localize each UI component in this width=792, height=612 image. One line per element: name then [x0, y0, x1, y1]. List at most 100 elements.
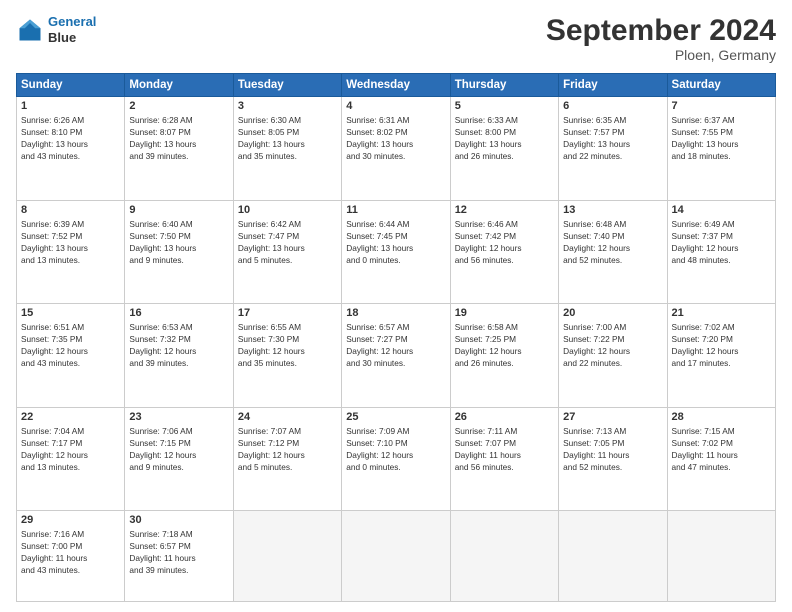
- day-number: 18: [346, 307, 445, 319]
- calendar-week-row: 29Sunrise: 7:16 AM Sunset: 7:00 PM Dayli…: [17, 511, 776, 602]
- day-number: 16: [129, 307, 228, 319]
- calendar-table: SundayMondayTuesdayWednesdayThursdayFrid…: [16, 73, 776, 602]
- calendar-day-cell: 17 Sunrise: 6:55 AM Sunset: 7:30 PM Dayli…: [233, 304, 341, 408]
- page: General Blue September 2024 Ploen, Germa…: [0, 0, 792, 612]
- day-number: 22: [21, 411, 120, 423]
- day-number: 6: [563, 100, 662, 112]
- calendar-week-row: 22 Sunrise: 7:04 AM Sunset: 7:17 PM Dayli…: [17, 407, 776, 511]
- calendar-day-cell: 9Sunrise: 6:40 AM Sunset: 7:50 PM Daylig…: [125, 200, 233, 304]
- day-number: 17: [238, 307, 337, 319]
- logo-line2: Blue: [48, 30, 96, 46]
- calendar-day-cell: 5 Sunrise: 6:33 AM Sunset: 8:00 PM Daylig…: [450, 97, 558, 201]
- calendar-body: 1 Sunrise: 6:26 AM Sunset: 8:10 PM Daylig…: [17, 97, 776, 602]
- day-info: Sunrise: 6:53 AM Sunset: 7:32 PM Dayligh…: [129, 321, 228, 369]
- day-number: 7: [672, 100, 771, 112]
- day-info: Sunrise: 6:57 AM Sunset: 7:27 PM Dayligh…: [346, 321, 445, 369]
- calendar-day-cell: 23Sunrise: 7:06 AM Sunset: 7:15 PM Dayli…: [125, 407, 233, 511]
- weekday-header-cell: Friday: [559, 74, 667, 97]
- calendar-day-cell: 20Sunrise: 7:00 AM Sunset: 7:22 PM Dayli…: [559, 304, 667, 408]
- day-number: 13: [563, 204, 662, 216]
- day-number: 1: [21, 100, 120, 112]
- day-number: 24: [238, 411, 337, 423]
- logo: General Blue: [16, 14, 96, 45]
- weekday-header-cell: Thursday: [450, 74, 558, 97]
- day-info: Sunrise: 6:55 AM Sunset: 7:30 PM Dayligh…: [238, 321, 337, 369]
- day-info: Sunrise: 7:11 AM Sunset: 7:07 PM Dayligh…: [455, 425, 554, 473]
- calendar-empty-cell: [667, 511, 775, 602]
- calendar-day-cell: 1 Sunrise: 6:26 AM Sunset: 8:10 PM Daylig…: [17, 97, 125, 201]
- day-info: Sunrise: 6:58 AM Sunset: 7:25 PM Dayligh…: [455, 321, 554, 369]
- day-info: Sunrise: 6:26 AM Sunset: 8:10 PM Dayligh…: [21, 114, 120, 162]
- day-number: 15: [21, 307, 120, 319]
- day-info: Sunrise: 6:37 AM Sunset: 7:55 PM Dayligh…: [672, 114, 771, 162]
- calendar-empty-cell: [342, 511, 450, 602]
- day-number: 10: [238, 204, 337, 216]
- day-info: Sunrise: 6:30 AM Sunset: 8:05 PM Dayligh…: [238, 114, 337, 162]
- calendar-day-cell: 10 Sunrise: 6:42 AM Sunset: 7:47 PM Dayli…: [233, 200, 341, 304]
- day-info: Sunrise: 7:16 AM Sunset: 7:00 PM Dayligh…: [21, 528, 120, 576]
- day-info: Sunrise: 7:07 AM Sunset: 7:12 PM Dayligh…: [238, 425, 337, 473]
- weekday-header-cell: Saturday: [667, 74, 775, 97]
- day-number: 2: [129, 100, 228, 112]
- calendar-day-cell: 13 Sunrise: 6:48 AM Sunset: 7:40 PM Dayli…: [559, 200, 667, 304]
- calendar-day-cell: 14 Sunrise: 6:49 AM Sunset: 7:37 PM Dayli…: [667, 200, 775, 304]
- logo-text: General Blue: [48, 14, 96, 45]
- day-number: 20: [563, 307, 662, 319]
- day-number: 3: [238, 100, 337, 112]
- calendar-day-cell: 21 Sunrise: 7:02 AM Sunset: 7:20 PM Dayli…: [667, 304, 775, 408]
- day-info: Sunrise: 6:44 AM Sunset: 7:45 PM Dayligh…: [346, 218, 445, 266]
- calendar-empty-cell: [233, 511, 341, 602]
- day-number: 12: [455, 204, 554, 216]
- day-info: Sunrise: 6:42 AM Sunset: 7:47 PM Dayligh…: [238, 218, 337, 266]
- day-number: 14: [672, 204, 771, 216]
- calendar-day-cell: 12 Sunrise: 6:46 AM Sunset: 7:42 PM Dayli…: [450, 200, 558, 304]
- calendar-week-row: 15 Sunrise: 6:51 AM Sunset: 7:35 PM Dayli…: [17, 304, 776, 408]
- day-number: 11: [346, 204, 445, 216]
- calendar-day-cell: 6 Sunrise: 6:35 AM Sunset: 7:57 PM Daylig…: [559, 97, 667, 201]
- calendar-week-row: 8 Sunrise: 6:39 AM Sunset: 7:52 PM Daylig…: [17, 200, 776, 304]
- day-info: Sunrise: 6:46 AM Sunset: 7:42 PM Dayligh…: [455, 218, 554, 266]
- day-info: Sunrise: 6:40 AM Sunset: 7:50 PM Dayligh…: [129, 218, 228, 266]
- calendar-empty-cell: [450, 511, 558, 602]
- day-info: Sunrise: 7:04 AM Sunset: 7:17 PM Dayligh…: [21, 425, 120, 473]
- calendar-day-cell: 2 Sunrise: 6:28 AM Sunset: 8:07 PM Daylig…: [125, 97, 233, 201]
- day-info: Sunrise: 6:49 AM Sunset: 7:37 PM Dayligh…: [672, 218, 771, 266]
- day-number: 28: [672, 411, 771, 423]
- day-number: 26: [455, 411, 554, 423]
- calendar-day-cell: 18 Sunrise: 6:57 AM Sunset: 7:27 PM Dayli…: [342, 304, 450, 408]
- calendar-week-row: 1 Sunrise: 6:26 AM Sunset: 8:10 PM Daylig…: [17, 97, 776, 201]
- weekday-header-cell: Monday: [125, 74, 233, 97]
- day-info: Sunrise: 6:51 AM Sunset: 7:35 PM Dayligh…: [21, 321, 120, 369]
- calendar-day-cell: 28Sunrise: 7:15 AM Sunset: 7:02 PM Dayli…: [667, 407, 775, 511]
- day-info: Sunrise: 6:28 AM Sunset: 8:07 PM Dayligh…: [129, 114, 228, 162]
- calendar-day-cell: 25Sunrise: 7:09 AM Sunset: 7:10 PM Dayli…: [342, 407, 450, 511]
- day-info: Sunrise: 6:35 AM Sunset: 7:57 PM Dayligh…: [563, 114, 662, 162]
- calendar-day-cell: 22 Sunrise: 7:04 AM Sunset: 7:17 PM Dayli…: [17, 407, 125, 511]
- day-info: Sunrise: 7:13 AM Sunset: 7:05 PM Dayligh…: [563, 425, 662, 473]
- weekday-header-cell: Sunday: [17, 74, 125, 97]
- month-title: September 2024: [546, 14, 776, 47]
- logo-icon: [16, 16, 44, 44]
- calendar-day-cell: 15 Sunrise: 6:51 AM Sunset: 7:35 PM Dayli…: [17, 304, 125, 408]
- weekday-header-cell: Tuesday: [233, 74, 341, 97]
- calendar-day-cell: 7 Sunrise: 6:37 AM Sunset: 7:55 PM Daylig…: [667, 97, 775, 201]
- calendar-day-cell: 3 Sunrise: 6:30 AM Sunset: 8:05 PM Daylig…: [233, 97, 341, 201]
- day-number: 21: [672, 307, 771, 319]
- day-number: 30: [129, 514, 228, 526]
- day-info: Sunrise: 7:09 AM Sunset: 7:10 PM Dayligh…: [346, 425, 445, 473]
- logo-line1: General: [48, 14, 96, 29]
- day-info: Sunrise: 7:02 AM Sunset: 7:20 PM Dayligh…: [672, 321, 771, 369]
- day-info: Sunrise: 6:48 AM Sunset: 7:40 PM Dayligh…: [563, 218, 662, 266]
- day-number: 19: [455, 307, 554, 319]
- day-number: 27: [563, 411, 662, 423]
- day-info: Sunrise: 6:33 AM Sunset: 8:00 PM Dayligh…: [455, 114, 554, 162]
- day-number: 5: [455, 100, 554, 112]
- day-info: Sunrise: 7:06 AM Sunset: 7:15 PM Dayligh…: [129, 425, 228, 473]
- day-number: 4: [346, 100, 445, 112]
- day-info: Sunrise: 6:39 AM Sunset: 7:52 PM Dayligh…: [21, 218, 120, 266]
- day-number: 8: [21, 204, 120, 216]
- calendar-empty-cell: [559, 511, 667, 602]
- day-info: Sunrise: 7:18 AM Sunset: 6:57 PM Dayligh…: [129, 528, 228, 576]
- calendar-day-cell: 24 Sunrise: 7:07 AM Sunset: 7:12 PM Dayli…: [233, 407, 341, 511]
- calendar-day-cell: 8 Sunrise: 6:39 AM Sunset: 7:52 PM Daylig…: [17, 200, 125, 304]
